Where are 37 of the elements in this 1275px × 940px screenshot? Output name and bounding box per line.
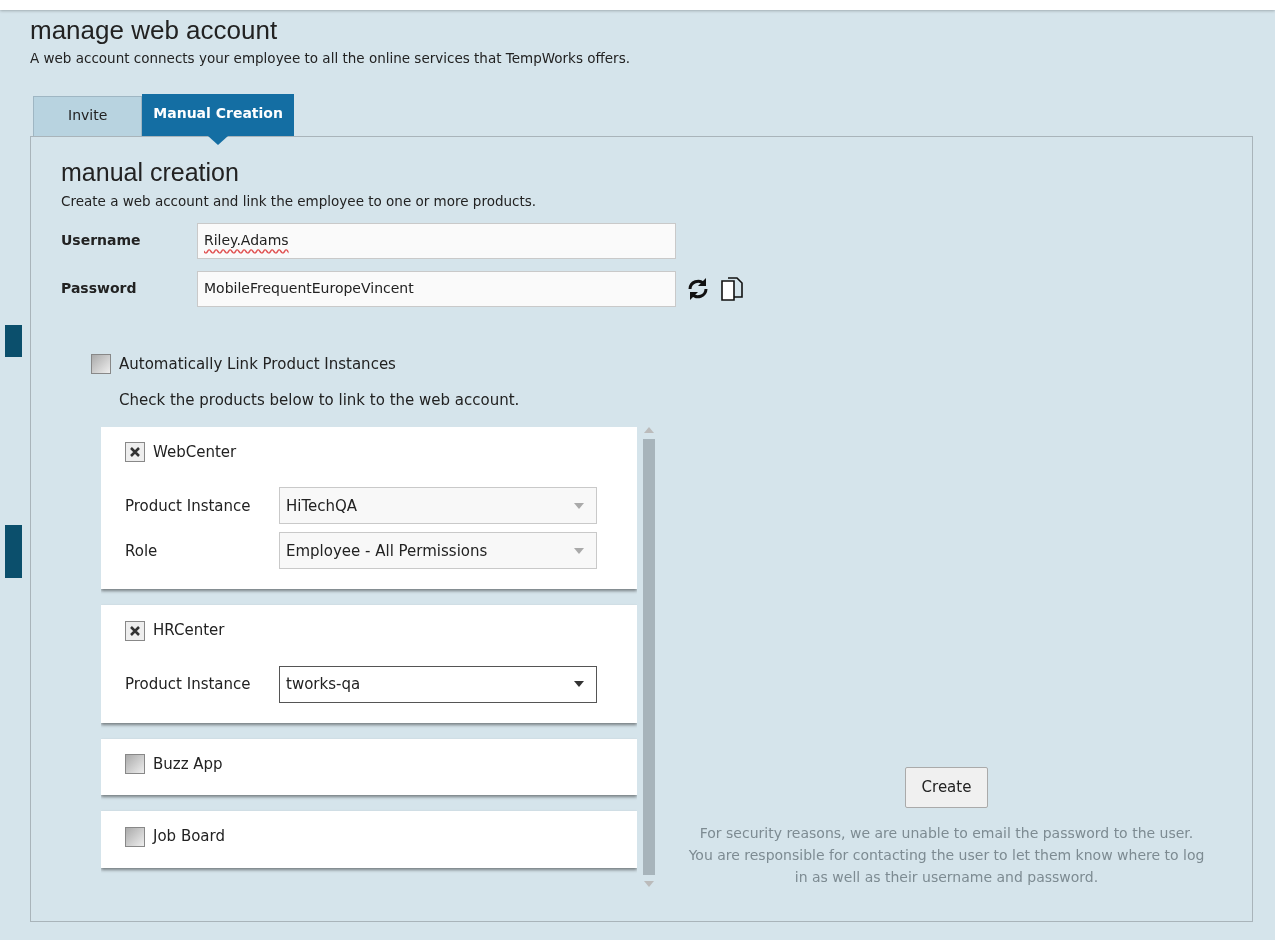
input-field[interactable]: Riley.Adams (197, 222, 676, 259)
input-field[interactable]: MobileFrequentEuropeVincent (197, 270, 676, 307)
field-label: Product Instance (125, 495, 252, 517)
page-subtitle: A web account connects your employee to all the online services that TempWorks offers. (30, 48, 631, 68)
caret-icon (574, 502, 584, 509)
field-label: Product Instance (125, 674, 252, 696)
security-note: For security reasons, we are unable to email the password to the user. You are responsible for contacting the user to let them know where to log in as well as their username and password. (687, 823, 1206, 888)
hint-text: Check the products below to link to the web account. (119, 390, 521, 412)
checkbox[interactable] (125, 826, 145, 847)
section-subtitle: Create a web account and link the employee to one or more products. (61, 191, 538, 211)
product-name: Job Board (153, 826, 225, 848)
checkbox[interactable] (125, 754, 145, 775)
checkbox[interactable] (91, 354, 111, 375)
refresh-icon[interactable] (686, 276, 710, 301)
caret-icon (574, 547, 584, 554)
tab-pointer-icon (208, 136, 229, 146)
product-name: HRCenter (153, 620, 225, 642)
caret-icon (574, 681, 584, 688)
cross-icon (129, 624, 141, 637)
tab[interactable]: Manual Creation (142, 94, 294, 137)
page-title: manage web account (30, 16, 279, 46)
checkbox[interactable] (125, 442, 145, 463)
create-button[interactable]: Create (904, 767, 989, 808)
checkbox[interactable] (125, 620, 145, 641)
edge-marker (5, 325, 22, 357)
section-title: manual creation (61, 159, 240, 187)
tab[interactable]: Invite (33, 96, 143, 137)
dropdown[interactable]: tworks-qa (279, 665, 597, 703)
edge-marker (5, 525, 22, 578)
cross-icon (129, 446, 141, 459)
product-name: Buzz App (153, 753, 223, 775)
product-name: WebCenter (153, 441, 237, 463)
field-label: Password (61, 279, 138, 299)
field-label: Username (61, 231, 142, 251)
field-label: Role (125, 540, 159, 562)
copy-icon[interactable] (720, 276, 744, 301)
checkbox-label: Automatically Link Product Instances (119, 353, 396, 375)
